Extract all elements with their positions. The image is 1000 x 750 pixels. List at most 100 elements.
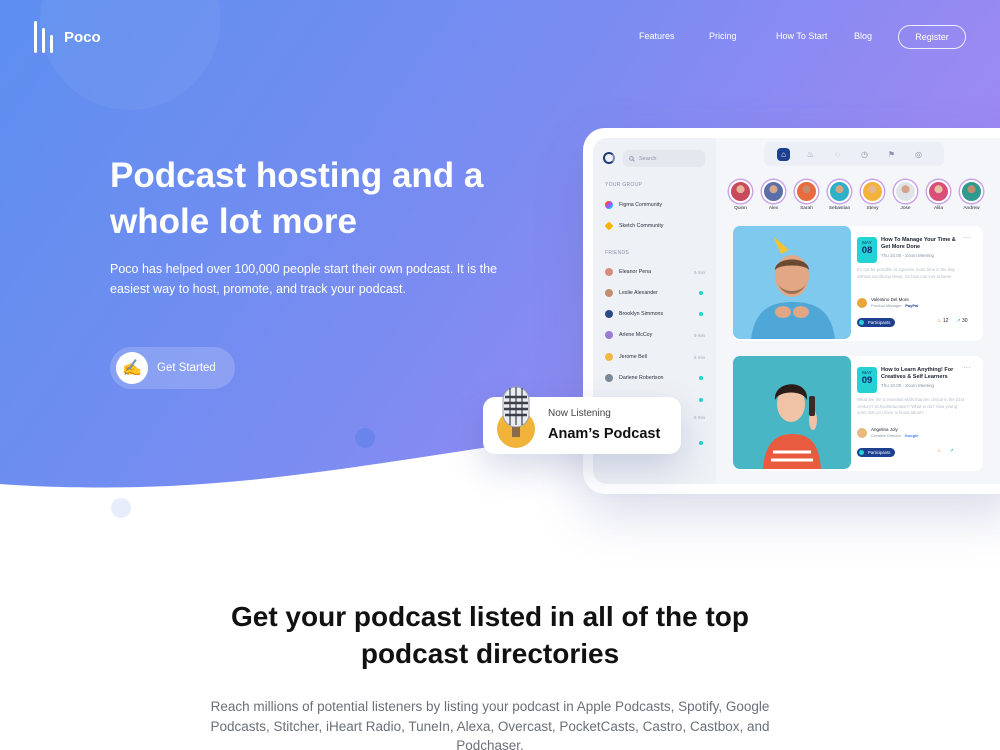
person-andrew[interactable]: Andrew [959, 180, 984, 211]
friend-item[interactable]: Eleanor Pena 9 min [605, 268, 705, 276]
microphone-icon [497, 386, 535, 448]
now-listening-card[interactable]: Now Listening Anam’s Podcast [483, 386, 681, 454]
friend-item[interactable]: Arlene McCoy 9 min [605, 331, 705, 339]
online-indicator [699, 398, 703, 402]
company-logo: PayPal [905, 303, 919, 308]
get-started-button[interactable]: ✍️ Get Started [110, 347, 235, 389]
trend-icon: ↗ [949, 448, 954, 454]
landing-page: Poco Features Pricing How To Start Blog … [0, 0, 1000, 750]
event-description: What are the 3 essential skills that are… [857, 397, 964, 415]
event-title: How to Learn Anything! For Creatives & S… [881, 367, 954, 380]
search-placeholder: Search [639, 155, 657, 162]
person-name: Stevy [866, 206, 879, 211]
participants-button[interactable]: Participants [857, 448, 896, 457]
event-date-badge: MAY 09 [857, 367, 877, 393]
register-button[interactable]: Register [898, 25, 966, 49]
avatar [605, 289, 613, 297]
preview-search-input[interactable]: Search [623, 150, 705, 167]
avatar [861, 180, 884, 203]
fire-icon[interactable]: ♨ [804, 148, 817, 161]
flag-icon[interactable]: ⚑ [885, 148, 898, 161]
home-icon[interactable]: ⌂ [777, 147, 790, 161]
fire-icon: ♨ [937, 448, 942, 454]
get-started-label: Get Started [157, 362, 216, 374]
person-sebastian[interactable]: Sebastian [827, 180, 852, 211]
person-name: Quinn [734, 206, 747, 211]
figma-icon [605, 201, 613, 209]
shares-count: ↗ [949, 448, 953, 454]
nav-link-blog[interactable]: Blog [854, 31, 872, 41]
online-indicator [699, 441, 703, 445]
group-item-sketch[interactable]: Sketch Community [604, 221, 705, 231]
more-options-icon[interactable]: ··· [963, 364, 971, 372]
event-time: Thu 10.00 - Zoom Meeting [881, 253, 935, 258]
event-stats: ♨ 12 ↗ 30 [937, 318, 968, 324]
chat-icon[interactable]: ◌ [831, 148, 844, 161]
event-host: Valentino Del More Product Manager · Pay… [857, 297, 918, 308]
brand-logo[interactable]: Poco [34, 21, 101, 53]
your-group-heading: YOUR GROUP [605, 182, 643, 188]
host-role: Product Manager [871, 303, 902, 308]
fire-icon: ♨ [937, 318, 942, 324]
avatar [857, 427, 867, 438]
brand-name: Poco [64, 28, 101, 46]
person-stevy[interactable]: Stevy [860, 180, 885, 211]
more-options-icon[interactable]: ··· [963, 234, 971, 242]
group-item-figma[interactable]: Figma Community [605, 201, 705, 209]
event-card[interactable]: MAY 09 How to Learn Anything! For Creati… [733, 356, 983, 471]
group-label: Figma Community [619, 202, 662, 208]
friend-name: Eleanor Pena [619, 269, 652, 275]
person-sarah[interactable]: Sarah [794, 180, 819, 211]
host-role: Creative Director [871, 433, 902, 438]
preview-toolbar: ⌂ ♨ ◌ ◷ ⚑ ◎ [764, 142, 944, 166]
likes-count: ♨ [937, 448, 941, 454]
app-logo-icon [603, 152, 615, 164]
directories-description: Reach millions of potential listeners by… [210, 699, 770, 750]
logo-bars-icon [34, 21, 54, 53]
avatar [605, 353, 613, 361]
person-name: Alex [768, 206, 779, 211]
avatar [927, 180, 950, 203]
people-row: Quinn Alex Sarah Sebastian Stevy Jose Al… [728, 180, 984, 211]
friend-item[interactable]: Darlene Robertson [605, 374, 705, 382]
friend-name: Jerome Bell [619, 354, 647, 360]
event-card[interactable]: MAY 08 How To Manage Your Time & Get Mor… [733, 226, 983, 341]
event-stats: ♨ ↗ [937, 448, 954, 454]
friend-item[interactable]: Leslie Alexander [605, 289, 705, 297]
friend-item[interactable]: Jerome Bell 9 min [605, 353, 705, 361]
person-alila[interactable]: Alila [926, 180, 951, 211]
nav-link-how-to-start[interactable]: How To Start [776, 31, 827, 41]
friend-name: Leslie Alexander [619, 290, 658, 296]
person-name: Sebastian [828, 206, 851, 211]
avatar [828, 180, 851, 203]
participants-button[interactable]: Participants [857, 318, 896, 327]
person-name: Jose [900, 206, 911, 211]
hero-title: Podcast hosting and a whole lot more [110, 156, 484, 241]
friend-name: Darlene Robertson [619, 375, 664, 381]
clock-icon[interactable]: ◷ [858, 148, 871, 161]
nav-link-pricing[interactable]: Pricing [709, 31, 737, 41]
friend-time: 9 min [693, 269, 705, 275]
settings-icon[interactable]: ◎ [912, 148, 925, 161]
friend-item[interactable]: Brooklyn Simmons [605, 310, 705, 318]
top-nav: Poco Features Pricing How To Start Blog … [0, 0, 1000, 75]
person-alex[interactable]: Alex [761, 180, 786, 211]
friend-time: 9 min [693, 354, 705, 360]
nav-link-features[interactable]: Features [639, 31, 675, 41]
writing-hand-icon: ✍️ [116, 352, 148, 384]
event-image [733, 226, 851, 339]
event-title: How To Manage Your Time & Get More Done [881, 237, 956, 250]
sketch-icon [604, 221, 614, 231]
person-quinn[interactable]: Quinn [728, 180, 753, 211]
avatar [857, 297, 867, 308]
group-label: Sketch Community [619, 223, 664, 229]
event-day: 08 [861, 245, 873, 256]
likes-count: ♨ 12 [937, 318, 949, 324]
hero-description: Poco has helped over 100,000 people star… [110, 262, 498, 296]
event-description: It's not be possible to squeeze more tim… [857, 267, 955, 279]
avatar [729, 180, 752, 203]
avatar [960, 180, 983, 203]
friend-time: 9 min [693, 332, 705, 338]
person-jose[interactable]: Jose [893, 180, 918, 211]
shares-count: ↗ 30 [956, 318, 968, 324]
